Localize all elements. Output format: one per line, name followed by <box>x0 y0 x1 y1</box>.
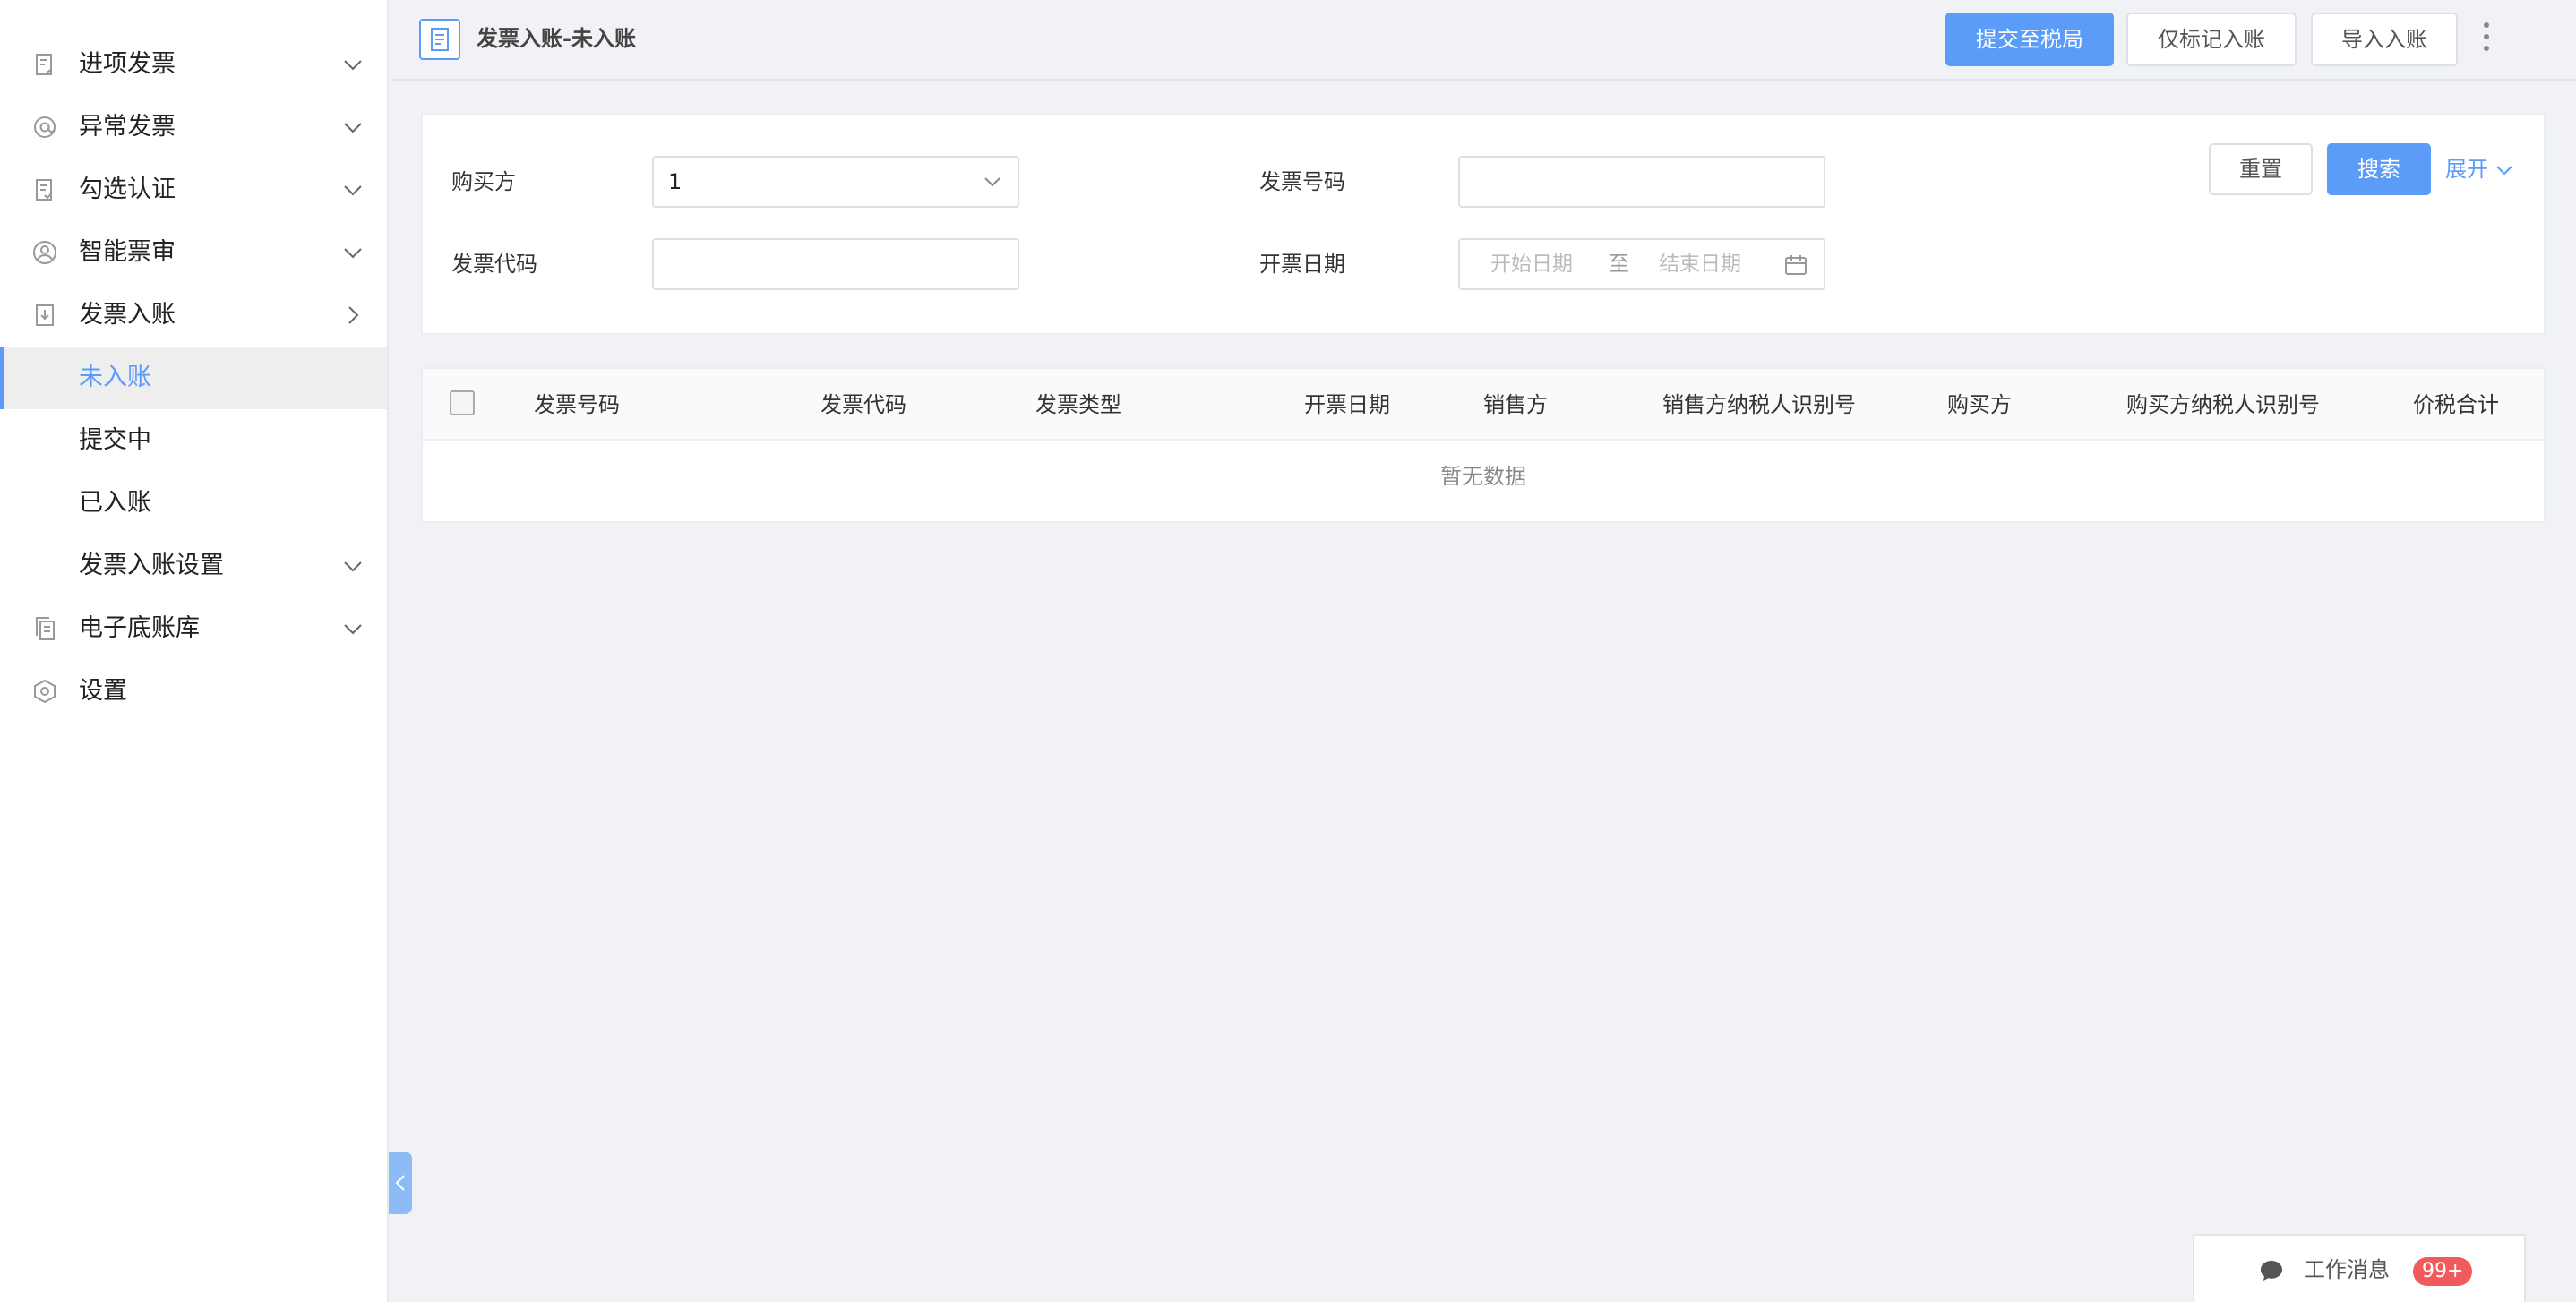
search-form: 购买方 1 发票号码 发票代码 开票日期 开始日期 至 结束日期 重置 搜索 展… <box>421 113 2546 335</box>
chevron-down-icon <box>984 177 1000 187</box>
calendar-icon <box>1785 255 1807 275</box>
work-messages-label: 工作消息 <box>2304 1257 2390 1282</box>
table-header: 发票号码 发票代码 发票类型 开票日期 销售方 销售方纳税人识别号 购买方 购买… <box>423 369 2544 441</box>
page-title: 发票入账-未入账 <box>477 26 636 51</box>
date-start-input[interactable]: 开始日期 <box>1490 240 1573 288</box>
chat-bubble-icon <box>2261 1261 2282 1281</box>
column-header[interactable]: 价税合计 <box>2413 369 2499 441</box>
buyer-select-value: 1 <box>668 169 683 194</box>
column-header[interactable]: 销售方 <box>1483 369 1548 441</box>
date-range-separator: 至 <box>1609 253 1629 276</box>
sidebar-item-label: 设置 <box>79 677 127 705</box>
sidebar-item-e-ledger[interactable]: 电子底账库 <box>0 597 387 660</box>
chevron-down-icon <box>344 248 362 259</box>
chevron-down-icon <box>344 561 362 572</box>
column-header[interactable]: 发票代码 <box>820 369 906 441</box>
hexagon-gear-icon <box>34 679 56 704</box>
sidebar-item-label: 发票入账 <box>79 301 176 329</box>
sidebar-item-label: 提交中 <box>79 426 151 454</box>
issue-date-label: 开票日期 <box>1259 252 1345 277</box>
invoice-number-input[interactable] <box>1458 156 1825 208</box>
mark-posted-button[interactable]: 仅标记入账 <box>2126 13 2297 66</box>
expand-label: 展开 <box>2445 157 2488 182</box>
at-icon <box>34 116 56 138</box>
date-end-input[interactable]: 结束日期 <box>1659 240 1741 288</box>
sidebar-item-posted[interactable]: 已入账 <box>0 472 387 535</box>
chevron-left-icon <box>395 1175 405 1191</box>
column-header[interactable]: 购买方纳税人识别号 <box>2126 369 2320 441</box>
sidebar-item-invoice-posting[interactable]: 发票入账 <box>0 284 387 347</box>
column-header[interactable]: 发票号码 <box>534 369 620 441</box>
sidebar-item-incoming-invoices[interactable]: 进项发票 <box>0 33 387 96</box>
sidebar-item-label: 智能票审 <box>79 238 176 266</box>
column-header[interactable]: 开票日期 <box>1304 369 1390 441</box>
chevron-right-icon <box>348 306 359 324</box>
sidebar-item-not-posted[interactable]: 未入账 <box>0 347 387 409</box>
reset-button[interactable]: 重置 <box>2209 143 2313 195</box>
document-icon <box>419 19 460 60</box>
more-vertical-icon[interactable] <box>2483 21 2490 52</box>
sidebar: 进项发票 异常发票 勾选认证 智能票审 发票入账 未入账 提交中 已入账 发票入… <box>0 0 389 1302</box>
sidebar-item-label: 未入账 <box>79 364 151 391</box>
sidebar-item-settings[interactable]: 设置 <box>0 660 387 723</box>
sidebar-item-submitting[interactable]: 提交中 <box>0 409 387 472</box>
sidebar-item-label: 发票入账设置 <box>79 552 224 579</box>
user-circle-icon <box>33 241 56 264</box>
empty-state-text: 暂无数据 <box>1440 464 1526 489</box>
download-doc-icon <box>36 304 54 326</box>
copy-doc-icon <box>36 617 55 640</box>
column-header[interactable]: 发票类型 <box>1035 369 1121 441</box>
unread-count-badge: 99+ <box>2413 1257 2473 1286</box>
import-posting-button[interactable]: 导入入账 <box>2311 13 2458 66</box>
invoice-code-input[interactable] <box>652 238 1019 290</box>
issue-date-range-picker[interactable]: 开始日期 至 结束日期 <box>1458 238 1825 290</box>
invoice-number-label: 发票号码 <box>1259 169 1345 194</box>
column-header[interactable]: 销售方纳税人识别号 <box>1662 369 1856 441</box>
sidebar-item-label: 勾选认证 <box>79 176 176 203</box>
invoice-code-label: 发票代码 <box>451 252 537 277</box>
search-button[interactable]: 搜索 <box>2327 143 2431 195</box>
sidebar-item-smart-review[interactable]: 智能票审 <box>0 221 387 284</box>
sidebar-item-label: 进项发票 <box>79 50 176 78</box>
sidebar-collapse-button[interactable] <box>389 1152 412 1214</box>
chevron-down-icon <box>344 185 362 196</box>
expand-filters-link[interactable]: 展开 <box>2445 143 2513 195</box>
chevron-down-icon <box>344 624 362 635</box>
buyer-select[interactable]: 1 <box>652 156 1019 208</box>
sidebar-item-check-certification[interactable]: 勾选认证 <box>0 158 387 221</box>
check-doc-icon <box>36 179 53 201</box>
buyer-label: 购买方 <box>451 169 516 194</box>
sidebar-item-label: 电子底账库 <box>79 614 200 642</box>
work-messages-button[interactable]: 工作消息 99+ <box>2193 1234 2526 1302</box>
chevron-down-icon <box>2495 166 2512 176</box>
column-header[interactable]: 购买方 <box>1947 369 2012 441</box>
select-all-checkbox[interactable] <box>450 390 475 415</box>
sidebar-item-posting-settings[interactable]: 发票入账设置 <box>0 535 387 597</box>
chevron-down-icon <box>344 123 362 133</box>
invoice-in-icon <box>36 54 52 75</box>
sidebar-item-label: 已入账 <box>79 489 151 517</box>
sidebar-item-label: 异常发票 <box>79 113 176 141</box>
chevron-down-icon <box>344 60 362 71</box>
invoice-table: 发票号码 发票代码 发票类型 开票日期 销售方 销售方纳税人识别号 购买方 购买… <box>421 367 2546 523</box>
submit-to-tax-bureau-button[interactable]: 提交至税局 <box>1945 13 2114 66</box>
page-header: 发票入账-未入账 提交至税局 仅标记入账 导入入账 <box>391 0 2576 81</box>
sidebar-item-abnormal-invoices[interactable]: 异常发票 <box>0 96 387 158</box>
